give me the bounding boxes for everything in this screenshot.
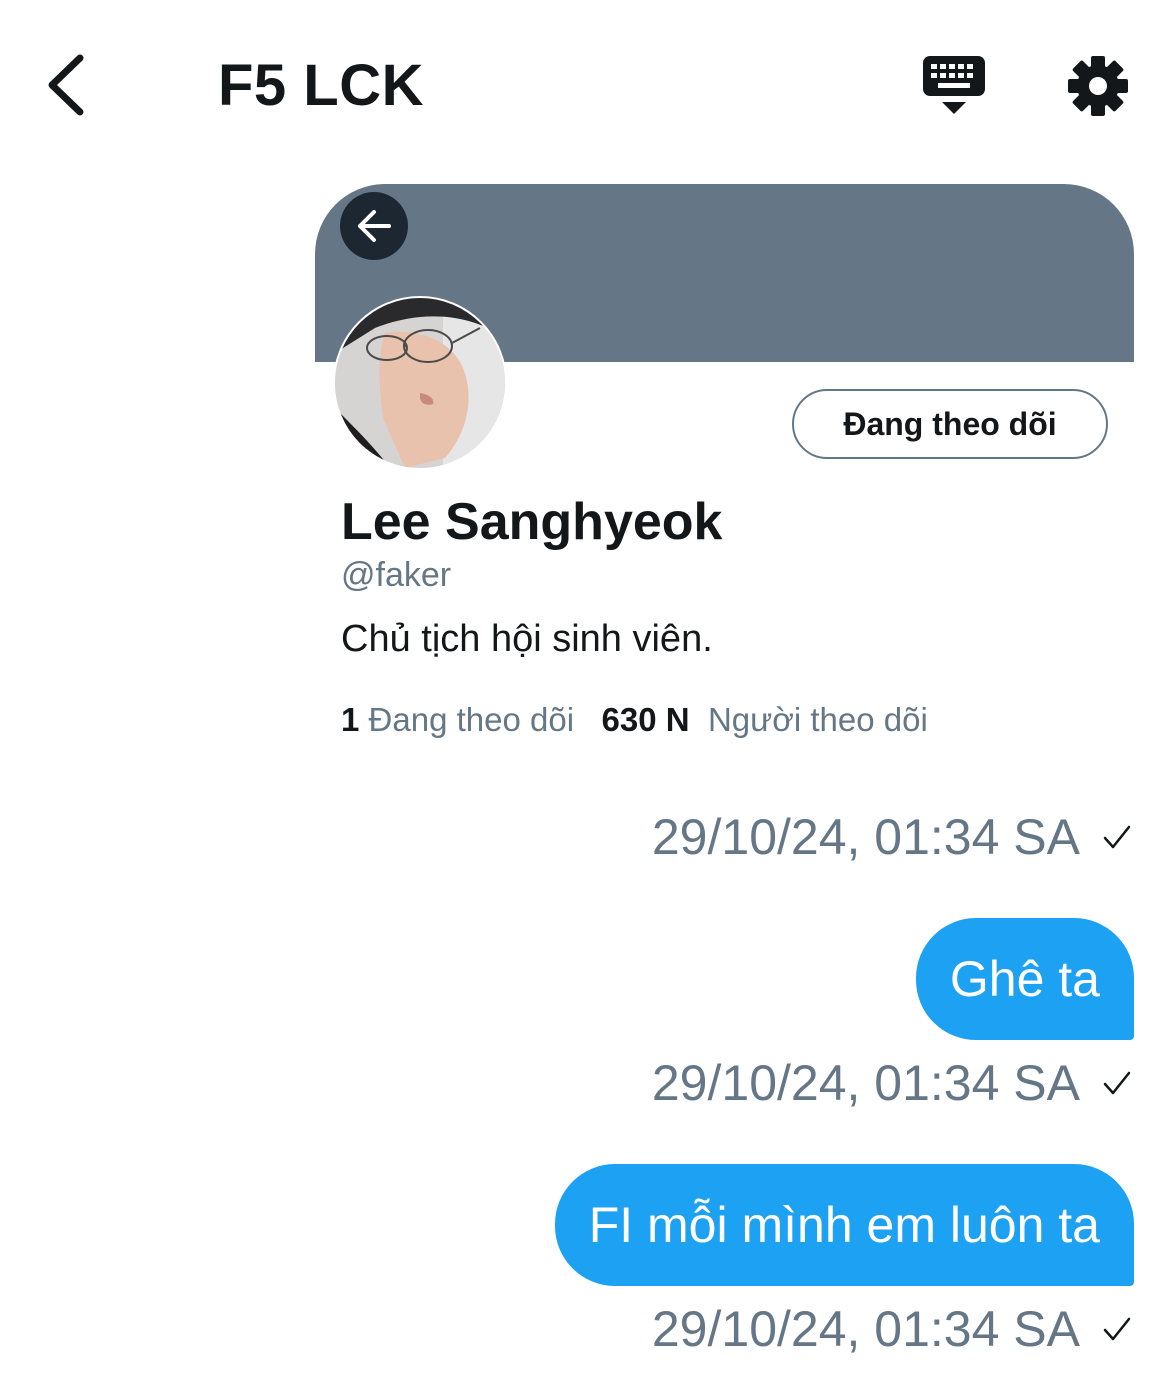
arrow-left-icon <box>358 210 391 242</box>
avatar-photo <box>335 298 505 468</box>
following-count: 1 <box>341 701 360 738</box>
timestamp-text: 29/10/24, 01:34 SA <box>651 809 1080 865</box>
following-label: Đang theo dõi <box>368 701 575 738</box>
profile-card[interactable]: Đang theo dõi Lee Sanghyeok @faker Chủ t… <box>315 184 1134 764</box>
checkmark-icon <box>1103 1317 1131 1341</box>
timestamp-text: 29/10/24, 01:34 SA <box>651 1301 1080 1357</box>
conversation-title: F5 LCK <box>218 53 424 118</box>
message-bubble[interactable]: Ghê ta <box>915 918 1134 1040</box>
checkmark-icon <box>1103 825 1131 849</box>
top-bar: F5 LCK <box>0 0 1170 170</box>
followers-stat[interactable]: 630 N Người theo dõi <box>602 701 928 738</box>
chevron-left-icon <box>48 54 84 116</box>
back-button[interactable] <box>40 50 100 120</box>
gear-icon <box>1068 56 1128 116</box>
following-button[interactable]: Đang theo dõi <box>792 389 1108 459</box>
followers-label: Người theo dõi <box>707 701 928 738</box>
settings-button[interactable] <box>1064 52 1132 120</box>
keyboard-icon <box>923 56 985 114</box>
checkmark-icon <box>1103 1071 1131 1095</box>
following-stat[interactable]: 1 Đang theo dõi <box>341 701 574 738</box>
message-bubble[interactable]: FI mỗi mình em luôn ta <box>554 1164 1134 1286</box>
message-timestamp: 29/10/24, 01:34 SA <box>652 1054 1132 1112</box>
message-timestamp: 29/10/24, 01:34 SA <box>652 1300 1132 1358</box>
profile-handle: @faker <box>341 556 452 594</box>
timestamp-text: 29/10/24, 01:34 SA <box>651 1055 1080 1111</box>
profile-bio: Chủ tịch hội sinh viên. <box>341 618 713 660</box>
avatar[interactable] <box>335 298 505 468</box>
followers-count: 630 N <box>601 701 690 738</box>
message-timestamp: 29/10/24, 01:34 SA <box>652 808 1132 866</box>
banner-back-button[interactable] <box>340 192 408 260</box>
profile-name: Lee Sanghyeok <box>341 493 723 551</box>
keyboard-button[interactable] <box>920 52 988 118</box>
profile-stats: 1 Đang theo dõi 630 N Người theo dõi <box>341 701 928 739</box>
